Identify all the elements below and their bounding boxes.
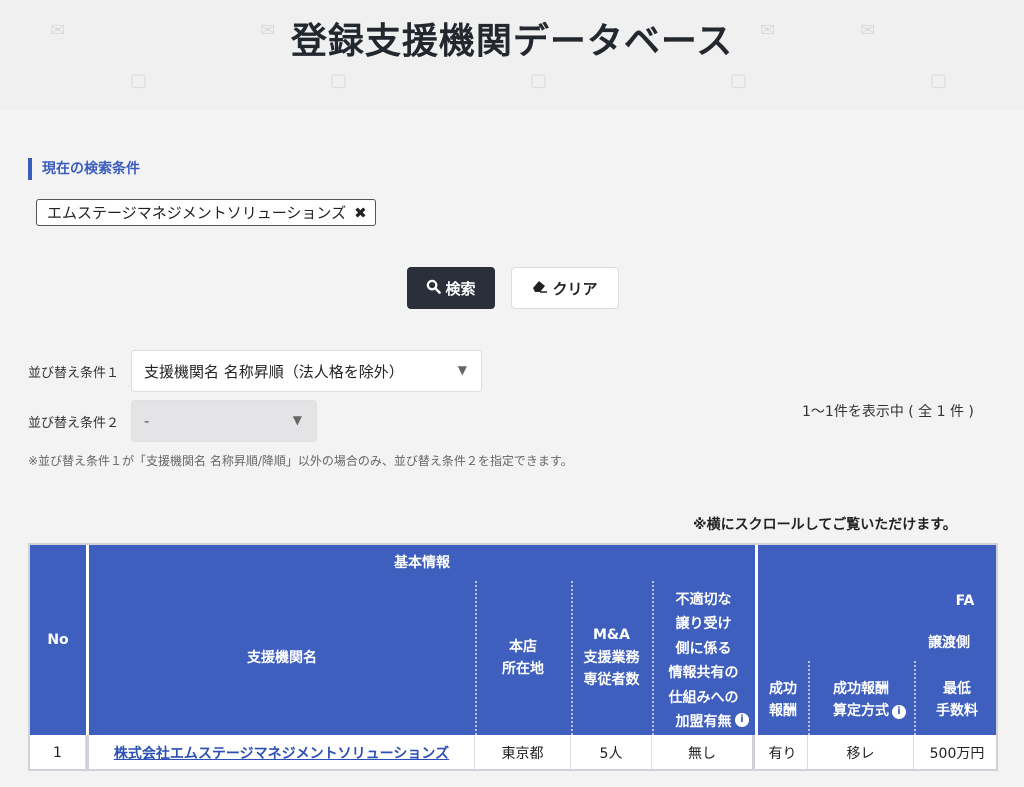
sort-note: ※並び替え条件１が「支援機関名 名称昇順/降順」以外の場合のみ、並び替え条件２を… <box>28 454 573 468</box>
cell-info-share: 無し <box>652 735 755 769</box>
divider <box>652 581 654 735</box>
search-condition-label: 現在の検索条件 <box>28 158 140 180</box>
search-button[interactable]: 検索 <box>407 267 495 309</box>
header-fee-method: 成功報酬 算定方式 <box>808 665 914 735</box>
scroll-note: ※横にスクロールしてご覧いただけます。 <box>693 517 957 533</box>
info-icon[interactable]: i <box>735 713 749 727</box>
chevron-down-icon: ▼ <box>292 413 302 427</box>
search-icon <box>426 279 442 298</box>
cell-success-fee: 有り <box>758 735 808 769</box>
phone-icon: ▢ <box>730 70 748 91</box>
divider <box>571 581 573 735</box>
sort-select-1[interactable]: 支援機関名 名称昇順（法人格を除外） ▼ <box>131 350 482 392</box>
hero-banner: ✉ ▢ ✉ ▢ ▢ ✉ ✉ ▢ ▢ 登録支援機関データベース <box>0 0 1024 110</box>
phone-icon: ▢ <box>130 70 148 91</box>
result-count: 1〜1件を表示中 ( 全 1 件 ) <box>802 404 974 420</box>
header-fa-group: FA <box>955 592 975 609</box>
divider <box>914 661 916 735</box>
eraser-icon <box>532 279 548 297</box>
sort-label-1: 並び替え条件１ <box>28 366 120 381</box>
clear-button-label: クリア <box>552 279 598 298</box>
close-icon[interactable]: ✖ <box>354 201 367 225</box>
header-name: 支援機関名 <box>89 581 475 735</box>
header-info-share: 不適切な 譲り受け 側に係る 情報共有の 仕組みへの 加盟有無 <box>652 581 755 735</box>
cell-staff: 5人 <box>571 735 652 769</box>
cell-fee-method: 移レ <box>808 735 914 769</box>
header-no: No <box>30 545 86 735</box>
header-min-fee: 最低 手数料 <box>936 680 978 719</box>
header-staff: M&A 支援業務 専従者数 <box>571 581 652 735</box>
sort-select-2[interactable]: - ▼ <box>131 400 317 442</box>
phone-icon: ▢ <box>930 70 948 91</box>
phone-icon: ▢ <box>530 70 548 91</box>
divider <box>475 581 477 735</box>
header-transfer-group: 譲渡側 <box>928 634 970 651</box>
results-table[interactable]: No 基本情報 支援機関名 本店 所在地 M&A 支援業務 専従者数 不適切な … <box>28 543 998 771</box>
search-chip-text: エムステージマネジメントソリューションズ <box>47 203 347 222</box>
sort-select-2-value: - <box>144 412 150 430</box>
search-button-label: 検索 <box>445 279 476 298</box>
header-basic-group: 基本情報 <box>89 545 755 581</box>
cell-hq: 東京都 <box>475 735 571 769</box>
agency-name-link[interactable]: 株式会社エムステージマネジメントソリューションズ <box>114 743 449 763</box>
cell-min-fee: 500万円 <box>929 746 985 762</box>
sort-label-2: 並び替え条件２ <box>28 416 120 431</box>
page-title: 登録支援機関データベース <box>290 21 734 62</box>
sort-select-1-value: 支援機関名 名称昇順（法人格を除外） <box>144 362 404 381</box>
search-chip: エムステージマネジメントソリューションズ ✖ <box>36 199 376 226</box>
phone-icon: ▢ <box>330 70 348 91</box>
header-success-fee: 成功 報酬 <box>769 680 797 719</box>
header-hq: 本店 所在地 <box>475 581 571 735</box>
divider <box>808 661 810 735</box>
table-row: 1 株式会社エムステージマネジメントソリューションズ 東京都 5人 無し 有り … <box>30 735 996 769</box>
info-icon[interactable]: i <box>892 705 906 719</box>
chevron-down-icon: ▼ <box>457 363 467 377</box>
header-info-share-label: 不適切な 譲り受け 側に係る 情報共有の 仕組みへの 加盟有無 <box>668 591 739 731</box>
cell-no: 1 <box>30 735 86 769</box>
clear-button[interactable]: クリア <box>511 267 619 309</box>
header-fee-method-label: 成功報酬 算定方式 <box>833 680 889 719</box>
cell-name: 株式会社エムステージマネジメントソリューションズ <box>86 735 475 769</box>
